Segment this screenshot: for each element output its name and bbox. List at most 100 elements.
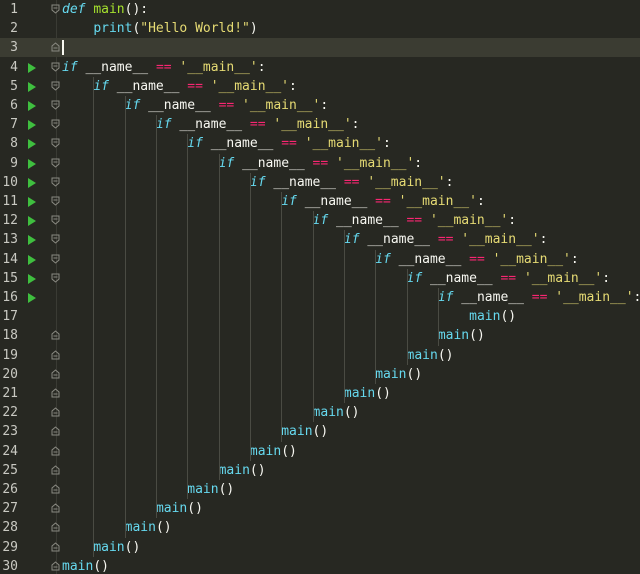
code-text[interactable]: if __name__ == '__main__':: [93, 77, 297, 96]
fold-open-icon[interactable]: [51, 215, 60, 225]
code-text[interactable]: main(): [438, 326, 485, 345]
code-text[interactable]: if __name__ == '__main__':: [187, 134, 391, 153]
code-text[interactable]: def main():: [62, 0, 148, 19]
fold-open-icon[interactable]: [51, 138, 60, 149]
fold-end-icon[interactable]: [51, 561, 60, 571]
code-line[interactable]: 30 main(): [0, 557, 640, 574]
code-text[interactable]: main(): [156, 499, 203, 518]
code-text[interactable]: print("Hello World!"): [93, 19, 257, 38]
code-text[interactable]: main(): [62, 557, 109, 574]
run-icon[interactable]: [28, 197, 36, 207]
code-line[interactable]: 21 main(): [0, 384, 640, 403]
code-line[interactable]: 5 if __name__ == '__main__':: [0, 77, 640, 96]
code-text[interactable]: if __name__ == '__main__':: [375, 250, 579, 269]
code-text[interactable]: if __name__ == '__main__':: [62, 58, 266, 77]
run-icon[interactable]: [28, 293, 36, 303]
fold-end-icon[interactable]: [51, 42, 60, 52]
fold-open-icon[interactable]: [51, 158, 60, 168]
code-line[interactable]: 16 if __name__ == '__main__':: [0, 288, 640, 307]
code-line[interactable]: 13 if __name__ == '__main__':: [0, 230, 640, 249]
code-line[interactable]: 15 if __name__ == '__main__':: [0, 269, 640, 288]
code-text[interactable]: main(): [375, 365, 422, 384]
code-line[interactable]: 9 if __name__ == '__main__':: [0, 154, 640, 173]
code-text[interactable]: if __name__ == '__main__':: [250, 173, 454, 192]
fold-open-icon[interactable]: [51, 254, 60, 264]
code-text[interactable]: if __name__ == '__main__':: [313, 211, 517, 230]
code-text[interactable]: main(): [281, 422, 328, 441]
fold-open-icon[interactable]: [51, 81, 60, 91]
fold-end-icon[interactable]: [51, 369, 60, 379]
code-text[interactable]: if __name__ == '__main__':: [407, 269, 611, 288]
fold-open-icon[interactable]: [51, 273, 60, 283]
run-icon[interactable]: [28, 254, 36, 265]
code-editor[interactable]: 1 def main(): 2 print("Hello World!") 3 4 if _…: [0, 0, 640, 574]
code-text[interactable]: main(): [469, 307, 516, 326]
code-line[interactable]: 12 if __name__ == '__main__':: [0, 211, 640, 230]
code-line[interactable]: 3: [0, 38, 640, 58]
code-text[interactable]: main(): [344, 384, 391, 403]
fold-end-icon[interactable]: [51, 522, 60, 532]
code-text[interactable]: main(): [250, 442, 297, 461]
fold-end-icon[interactable]: [51, 503, 60, 513]
code-line[interactable]: 20 main(): [0, 365, 640, 384]
fold-end-icon[interactable]: [51, 445, 60, 456]
code-line[interactable]: 6 if __name__ == '__main__':: [0, 96, 640, 115]
fold-open-icon[interactable]: [51, 177, 60, 187]
fold-end-icon[interactable]: [51, 349, 60, 360]
code-line[interactable]: 11 if __name__ == '__main__':: [0, 192, 640, 211]
code-line[interactable]: 22 main(): [0, 403, 640, 422]
fold-end-icon[interactable]: [51, 407, 60, 417]
code-line[interactable]: 23 main(): [0, 422, 640, 441]
fold-end-icon[interactable]: [51, 330, 60, 340]
run-icon[interactable]: [28, 62, 36, 73]
code-line[interactable]: 8 if __name__ == '__main__':: [0, 134, 640, 153]
fold-open-icon[interactable]: [51, 234, 60, 245]
code-text[interactable]: if __name__ == '__main__':: [438, 288, 640, 307]
code-line[interactable]: 1 def main():: [0, 0, 640, 19]
code-line[interactable]: 4 if __name__ == '__main__':: [0, 58, 640, 77]
code-text[interactable]: main(): [407, 346, 454, 365]
code-text[interactable]: main(): [187, 480, 234, 499]
code-line[interactable]: 19 main(): [0, 346, 640, 365]
code-line[interactable]: 27 main(): [0, 499, 640, 518]
code-line[interactable]: 29 main(): [0, 538, 640, 557]
code-line[interactable]: 25 main(): [0, 461, 640, 480]
run-icon[interactable]: [28, 273, 36, 284]
run-icon[interactable]: [28, 120, 36, 131]
fold-open-icon[interactable]: [51, 4, 60, 14]
code-line[interactable]: 24 main(): [0, 442, 640, 461]
code-text[interactable]: if __name__ == '__main__':: [344, 230, 548, 249]
run-icon[interactable]: [28, 235, 36, 246]
run-icon[interactable]: [28, 177, 36, 188]
fold-end-icon[interactable]: [51, 465, 60, 475]
fold-end-icon[interactable]: [51, 484, 60, 494]
code-text[interactable]: main(): [219, 461, 266, 480]
code-text[interactable]: if __name__ == '__main__':: [125, 96, 329, 115]
code-line[interactable]: 17 main(): [0, 307, 640, 326]
code-line[interactable]: 14 if __name__ == '__main__':: [0, 250, 640, 269]
run-icon[interactable]: [28, 101, 36, 111]
code-text[interactable]: main(): [313, 403, 360, 422]
run-icon[interactable]: [28, 158, 36, 169]
code-text[interactable]: if __name__ == '__main__':: [281, 192, 485, 211]
fold-end-icon[interactable]: [51, 541, 60, 552]
fold-open-icon[interactable]: [51, 196, 60, 206]
code-line[interactable]: 2 print("Hello World!"): [0, 19, 640, 38]
fold-open-icon[interactable]: [51, 100, 60, 110]
code-line[interactable]: 10 if __name__ == '__main__':: [0, 173, 640, 192]
run-icon[interactable]: [28, 81, 36, 92]
fold-end-icon[interactable]: [51, 388, 60, 398]
code-line[interactable]: 28 main(): [0, 518, 640, 537]
code-text[interactable]: if __name__ == '__main__':: [156, 115, 360, 134]
run-icon[interactable]: [28, 216, 36, 227]
code-line[interactable]: 7 if __name__ == '__main__':: [0, 115, 640, 134]
code-line[interactable]: 18 main(): [0, 326, 640, 345]
fold-open-icon[interactable]: [51, 62, 60, 72]
code-text[interactable]: if __name__ == '__main__':: [219, 154, 423, 173]
fold-open-icon[interactable]: [51, 119, 60, 129]
code-text[interactable]: main(): [93, 538, 140, 557]
code-text[interactable]: main(): [125, 518, 172, 537]
run-icon[interactable]: [28, 139, 36, 150]
fold-end-icon[interactable]: [51, 426, 60, 436]
code-line[interactable]: 26 main(): [0, 480, 640, 499]
